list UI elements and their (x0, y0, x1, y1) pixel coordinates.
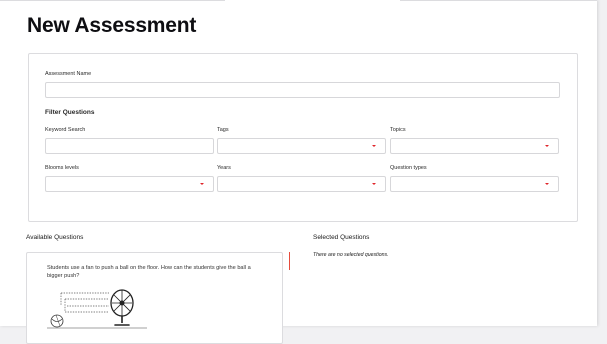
top-divider-left (0, 0, 225, 1)
chevron-down-icon (200, 183, 204, 185)
question-card[interactable]: Students use a fan to push a ball on the… (26, 252, 283, 344)
years-label: Years (217, 165, 231, 171)
assessment-form-card: Assessment Name Filter Questions Keyword… (28, 53, 578, 222)
question-text: Students use a fan to push a ball on the… (47, 265, 251, 279)
page: New Assessment Assessment Name Filter Qu… (0, 0, 597, 344)
filter-questions-heading: Filter Questions (45, 109, 95, 116)
tags-select[interactable] (217, 138, 386, 154)
assessment-name-label: Assessment Name (45, 71, 92, 77)
page-title: New Assessment (27, 14, 197, 37)
column-divider (289, 252, 290, 270)
chevron-down-icon (545, 183, 549, 185)
chevron-down-icon (545, 145, 549, 147)
keyword-search-input[interactable] (45, 138, 214, 154)
available-questions-heading: Available Questions (26, 234, 84, 241)
chevron-down-icon (372, 183, 376, 185)
assessment-name-input[interactable] (45, 82, 560, 98)
chevron-down-icon (372, 145, 376, 147)
topics-label: Topics (390, 127, 406, 133)
selected-questions-heading: Selected Questions (313, 234, 370, 241)
fan-and-ball-illustration (47, 289, 147, 329)
years-select[interactable] (217, 176, 386, 192)
top-divider-right (400, 0, 597, 1)
question-types-select[interactable] (390, 176, 559, 192)
tags-label: Tags (217, 127, 229, 133)
blooms-levels-select[interactable] (45, 176, 214, 192)
keyword-search-label: Keyword Search (45, 127, 86, 133)
empty-selection-message: There are no selected questions. (313, 252, 389, 258)
blooms-levels-label: Blooms levels (45, 165, 79, 171)
question-types-label: Question types (390, 165, 427, 171)
topics-select[interactable] (390, 138, 559, 154)
